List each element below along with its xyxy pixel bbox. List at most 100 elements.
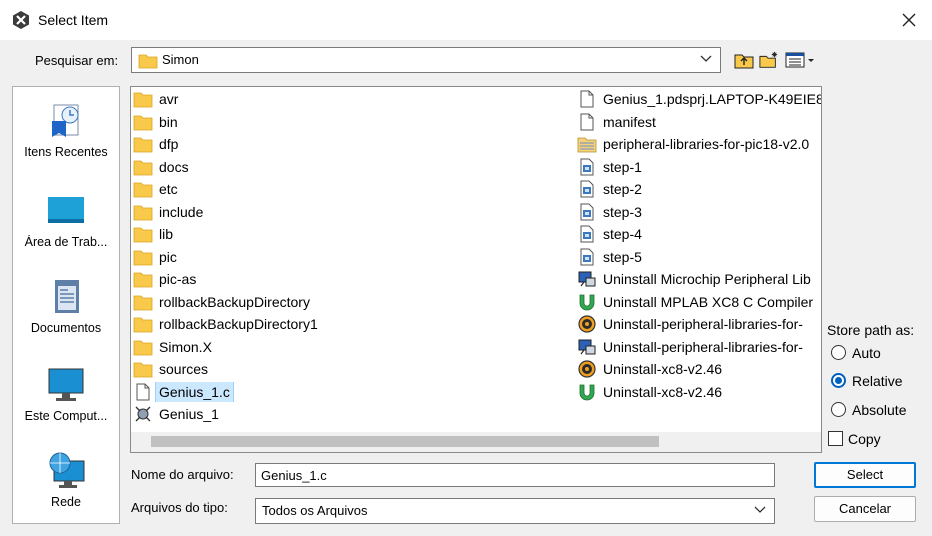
folder-item[interactable]: rollbackBackupDirectory1 xyxy=(133,314,553,334)
radio-auto[interactable]: Auto xyxy=(830,343,930,363)
radio-label: Relative xyxy=(852,373,903,389)
image-file-icon xyxy=(580,158,594,175)
radio-button[interactable] xyxy=(831,345,846,360)
radio-button[interactable] xyxy=(831,402,846,417)
item-name: pic xyxy=(159,248,177,265)
file-icon xyxy=(580,113,594,130)
uninstaller-icon xyxy=(578,360,596,378)
file-item[interactable]: peripheral-libraries-for-pic18-v2.0 xyxy=(577,134,821,154)
radio-absolute[interactable]: Absolute xyxy=(830,400,930,420)
folder-item[interactable]: sources xyxy=(133,359,553,379)
file-item[interactable]: Genius_1 xyxy=(133,404,553,424)
folder-icon xyxy=(133,340,153,355)
filename-label: Nome do arquivo: xyxy=(131,467,234,482)
filetype-combo[interactable]: Todos os Arquivos xyxy=(255,498,775,524)
file-item[interactable]: step-2 xyxy=(577,179,821,199)
folder-item[interactable]: Simon.X xyxy=(133,337,553,357)
filename-input[interactable] xyxy=(256,464,774,486)
folder-icon xyxy=(133,227,153,243)
place-label: Documentos xyxy=(30,321,102,335)
radio-relative[interactable]: Relative xyxy=(830,371,930,391)
up-one-level-icon[interactable] xyxy=(734,50,754,70)
image-file-icon xyxy=(580,248,594,265)
close-button[interactable] xyxy=(886,0,932,40)
cancel-button[interactable]: Cancelar xyxy=(814,496,916,522)
archive-icon xyxy=(577,137,597,153)
file-item[interactable]: Uninstall Microchip Peripheral Lib xyxy=(577,269,821,289)
file-item[interactable]: step-4 xyxy=(577,224,821,244)
folder-icon xyxy=(133,137,153,153)
place-network[interactable]: Rede xyxy=(13,451,119,509)
item-name: Simon.X xyxy=(159,338,212,355)
radio-button[interactable] xyxy=(831,373,846,388)
item-name: rollbackBackupDirectory1 xyxy=(159,316,318,332)
item-name: avr xyxy=(159,91,179,107)
file-item[interactable]: step-5 xyxy=(577,247,821,267)
folder-item[interactable]: include xyxy=(133,202,553,222)
folder-icon xyxy=(133,317,153,333)
item-name: sources xyxy=(159,361,209,377)
checkbox-box[interactable] xyxy=(828,431,843,446)
lookin-value: Simon xyxy=(162,52,199,67)
item-name: include xyxy=(159,203,204,220)
item-name: Uninstall-peripheral-libraries-for- xyxy=(603,316,803,332)
item-name: Genius_1 xyxy=(159,406,219,422)
folder-icon xyxy=(133,205,153,220)
new-folder-icon[interactable] xyxy=(759,50,779,70)
folder-item[interactable]: pic-as xyxy=(133,269,553,289)
item-name: Genius_1.c xyxy=(155,381,234,402)
computer-icon xyxy=(48,368,84,401)
file-list[interactable]: avr bin dfp docs etc include lib pic pic-as rollb… xyxy=(130,86,822,453)
horizontal-scrollbar[interactable] xyxy=(131,432,821,452)
copy-label: Copy xyxy=(848,431,881,447)
lookin-combo[interactable]: Simon xyxy=(131,47,721,73)
folder-item[interactable]: pic xyxy=(133,247,553,267)
scrollbar-thumb[interactable] xyxy=(151,436,659,447)
folder-item[interactable]: etc xyxy=(133,179,553,199)
uninstaller-icon xyxy=(579,384,595,400)
folder-icon xyxy=(133,362,153,378)
file-item[interactable]: step-3 xyxy=(577,202,821,222)
item-name: manifest xyxy=(603,113,656,130)
item-name: Uninstall-xc8-v2.46 xyxy=(603,361,723,377)
file-item[interactable]: Genius_1.c xyxy=(133,381,553,402)
folder-item[interactable]: rollbackBackupDirectory xyxy=(133,292,553,312)
folder-item[interactable]: lib xyxy=(133,224,553,244)
item-name: Uninstall-xc8-v2.46 xyxy=(603,383,723,400)
item-name: rollbackBackupDirectory xyxy=(159,293,310,310)
file-item[interactable]: Genius_1.pdsprj.LAPTOP-K49EIE8. xyxy=(577,89,821,109)
copy-checkbox[interactable]: Copy xyxy=(828,430,928,450)
file-item[interactable]: Uninstall MPLAB XC8 C Compiler xyxy=(577,292,821,312)
desktop-icon xyxy=(48,197,84,223)
file-item[interactable]: Uninstall-xc8-v2.46 xyxy=(577,359,821,379)
app-icon xyxy=(13,11,29,29)
file-icon xyxy=(136,383,150,400)
file-icon xyxy=(580,90,594,108)
file-item[interactable]: Uninstall-xc8-v2.46 xyxy=(577,382,821,402)
place-desktop[interactable]: Área de Trab... xyxy=(13,191,119,249)
file-item[interactable]: Uninstall-peripheral-libraries-for- xyxy=(577,337,821,357)
image-file-icon xyxy=(580,203,594,220)
folder-item[interactable]: dfp xyxy=(133,134,553,154)
image-file-icon xyxy=(580,180,594,198)
application-icon xyxy=(135,406,151,422)
view-menu-icon[interactable] xyxy=(785,50,817,70)
place-documents[interactable]: Documentos xyxy=(13,277,119,335)
chevron-down-icon xyxy=(700,55,712,62)
item-name: pic-as xyxy=(159,271,197,287)
item-name: step-2 xyxy=(603,181,642,197)
folder-item[interactable]: avr xyxy=(133,89,553,109)
filetype-label: Arquivos do tipo: xyxy=(131,500,228,515)
folder-icon xyxy=(133,295,153,310)
place-computer[interactable]: Este Comput... xyxy=(13,365,119,423)
folder-item[interactable]: docs xyxy=(133,157,553,177)
file-item[interactable]: step-1 xyxy=(577,157,821,177)
item-name: step-1 xyxy=(603,158,642,175)
file-item[interactable]: Uninstall-peripheral-libraries-for- xyxy=(577,314,821,334)
image-file-icon xyxy=(580,225,594,243)
filename-field[interactable] xyxy=(255,463,775,487)
folder-item[interactable]: bin xyxy=(133,112,553,132)
place-recent-items[interactable]: Itens Recentes xyxy=(13,101,119,159)
select-button[interactable]: Select xyxy=(814,462,916,488)
file-item[interactable]: manifest xyxy=(577,112,821,132)
